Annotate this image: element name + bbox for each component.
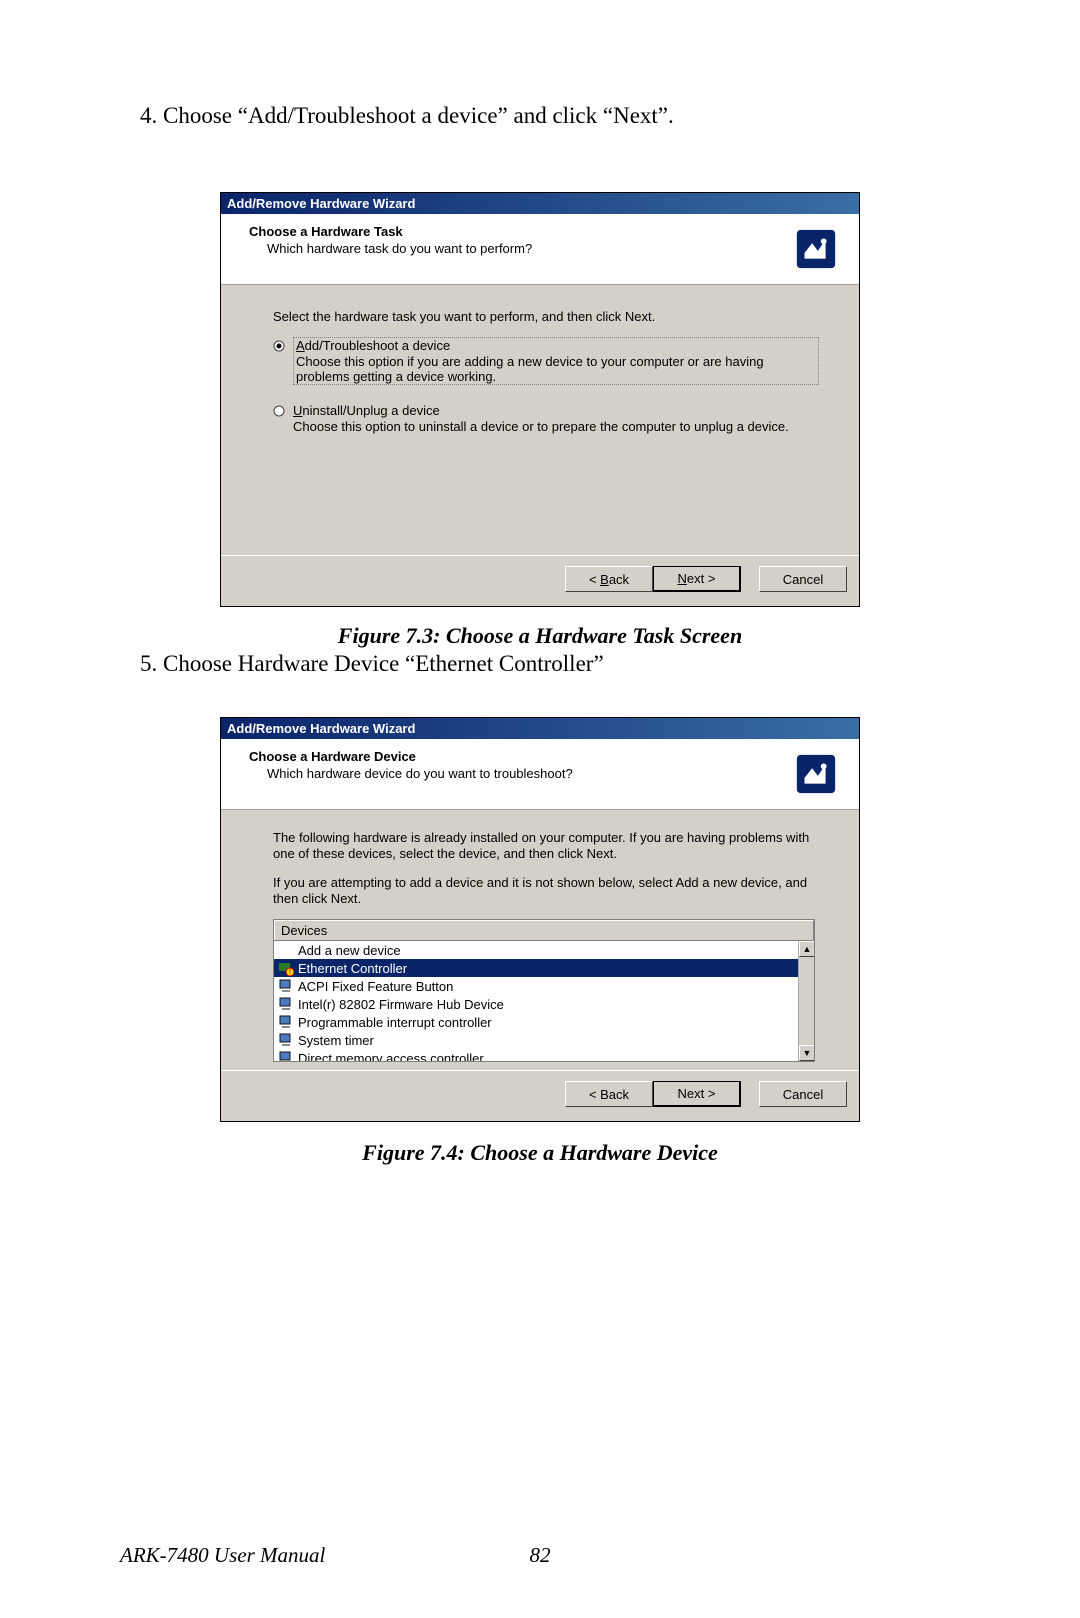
svg-text:!: ! <box>289 969 291 976</box>
device-item-label: System timer <box>298 1033 374 1048</box>
list-item[interactable]: ! Ethernet Controller <box>274 959 814 977</box>
wizard-header-title: Choose a Hardware Task <box>249 224 532 239</box>
device-list-body[interactable]: Add a new device ! Ethernet Controller A… <box>273 940 815 1062</box>
wizard-title-bar: Add/Remove Hardware Wizard <box>221 718 859 739</box>
wizard-header: Choose a Hardware Task Which hardware ta… <box>221 214 859 285</box>
wizard-paragraph-2: If you are attempting to add a device an… <box>273 875 815 908</box>
wizard-instruction: Select the hardware task you want to per… <box>273 309 819 324</box>
list-item[interactable]: Programmable interrupt controller <box>274 1013 814 1031</box>
scrollbar[interactable]: ▲ ▼ <box>798 941 814 1061</box>
computer-icon <box>278 978 294 994</box>
wizard-paragraph-1: The following hardware is already instal… <box>273 830 815 863</box>
list-item[interactable]: Intel(r) 82802 Firmware Hub Device <box>274 995 814 1013</box>
device-item-label: Programmable interrupt controller <box>298 1015 492 1030</box>
device-item-label: Intel(r) 82802 Firmware Hub Device <box>298 997 504 1012</box>
back-button[interactable]: < Back <box>565 1081 653 1107</box>
figure-7-4-caption: Figure 7.4: Choose a Hardware Device <box>140 1140 940 1166</box>
wizard-body: Select the hardware task you want to per… <box>221 285 859 555</box>
computer-icon <box>278 1014 294 1030</box>
list-item[interactable]: Add a new device <box>274 941 814 959</box>
figure-7-3-caption: Figure 7.3: Choose a Hardware Task Scree… <box>140 623 940 649</box>
radio-unselected-icon <box>273 405 285 417</box>
computer-icon <box>278 1050 294 1062</box>
device-item-label: Direct memory access controller <box>298 1051 484 1063</box>
step-5-text: 5. Choose Hardware Device “Ethernet Cont… <box>140 651 940 677</box>
page-footer: ARK-7480 User Manual 82 <box>0 1543 1080 1568</box>
wizard-button-row: < Back Next > Cancel <box>221 1070 859 1121</box>
device-list-header: Devices <box>273 919 815 940</box>
footer-page-number: 82 <box>530 1543 551 1568</box>
radio-label: Uninstall/Unplug a device <box>293 403 819 418</box>
radio-description: Choose this option to uninstall a device… <box>293 419 819 434</box>
devices-column-header[interactable]: Devices <box>274 920 814 940</box>
next-button[interactable]: Next > <box>653 1081 741 1107</box>
list-item[interactable]: Direct memory access controller <box>274 1049 814 1062</box>
wizard-button-row: < Back Next > Cancel <box>221 555 859 606</box>
wizard-body: The following hardware is already instal… <box>221 810 859 1070</box>
wizard-header-title: Choose a Hardware Device <box>249 749 573 764</box>
device-item-label: Add a new device <box>298 943 401 958</box>
device-list: Devices Add a new device ! Ethernet Cont… <box>273 919 815 1062</box>
list-item[interactable]: ACPI Fixed Feature Button <box>274 977 814 995</box>
wizard-hardware-task: Add/Remove Hardware Wizard Choose a Hard… <box>220 192 860 607</box>
scroll-up-icon[interactable]: ▲ <box>799 941 815 957</box>
computer-icon <box>278 996 294 1012</box>
radio-label: Add/Troubleshoot a device <box>296 338 816 353</box>
network-card-warning-icon: ! <box>278 960 294 976</box>
wizard-header-subtitle: Which hardware device do you want to tro… <box>267 766 573 781</box>
cancel-button[interactable]: Cancel <box>759 566 847 592</box>
radio-description: Choose this option if you are adding a n… <box>296 354 816 384</box>
wizard-title-bar: Add/Remove Hardware Wizard <box>221 193 859 214</box>
device-item-label: Ethernet Controller <box>298 961 407 976</box>
wizard-header: Choose a Hardware Device Which hardware … <box>221 739 859 810</box>
list-item[interactable]: System timer <box>274 1031 814 1049</box>
blank-icon <box>278 942 294 958</box>
radio-uninstall-unplug[interactable]: Uninstall/Unplug a device Choose this op… <box>273 403 819 434</box>
device-item-label: ACPI Fixed Feature Button <box>298 979 453 994</box>
scroll-down-icon[interactable]: ▼ <box>799 1045 815 1061</box>
footer-manual-name: ARK-7480 User Manual <box>120 1543 325 1568</box>
cancel-button[interactable]: Cancel <box>759 1081 847 1107</box>
back-button[interactable]: < Back <box>565 566 653 592</box>
radio-add-troubleshoot[interactable]: Add/Troubleshoot a device Choose this op… <box>273 338 819 385</box>
wizard-hardware-device: Add/Remove Hardware Wizard Choose a Hard… <box>220 717 860 1122</box>
next-button[interactable]: Next > <box>653 566 741 592</box>
radio-selected-icon <box>273 340 285 352</box>
hardware-wizard-icon <box>791 224 841 274</box>
wizard-header-subtitle: Which hardware task do you want to perfo… <box>267 241 532 256</box>
hardware-wizard-icon <box>791 749 841 799</box>
computer-icon <box>278 1032 294 1048</box>
step-4-text: 4. Choose “Add/Troubleshoot a device” an… <box>140 100 940 132</box>
